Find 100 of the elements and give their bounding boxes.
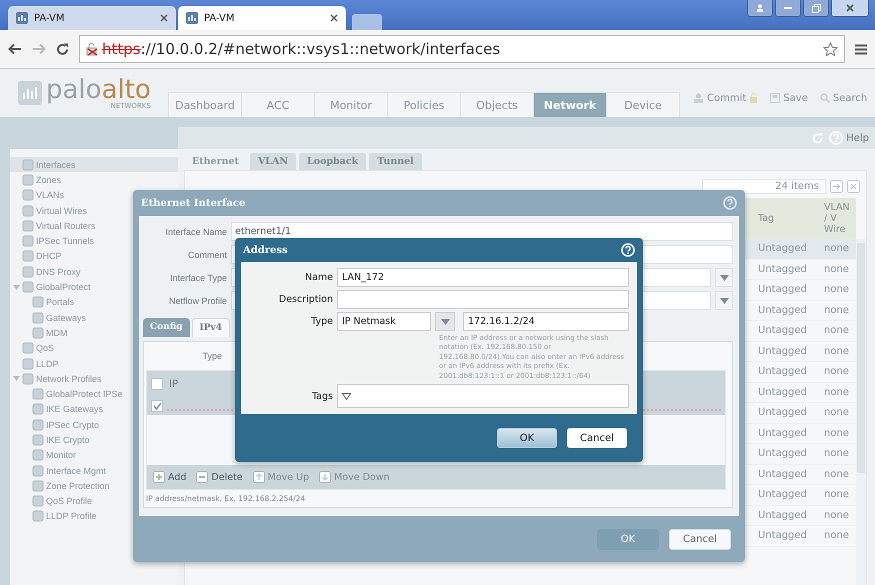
dropdown-field[interactable]: IP Netmask	[337, 312, 431, 331]
square-icon	[32, 449, 44, 462]
content-tab[interactable]: Tunnel	[369, 153, 422, 170]
item-count: 24 items	[702, 179, 826, 194]
square-icon	[32, 495, 44, 508]
forward-icon[interactable]	[32, 43, 46, 55]
square-icon	[22, 204, 34, 217]
caret-icon	[440, 318, 450, 324]
expanded-caret-icon[interactable]	[13, 284, 20, 291]
back-icon[interactable]	[8, 43, 22, 55]
toolbar-button[interactable]: Delete	[196, 471, 243, 483]
field-label: Comment	[186, 250, 227, 260]
nav-tab[interactable]: Network	[533, 92, 607, 117]
sidebar-item[interactable]: IKE Gateways	[10, 402, 178, 418]
toolbar-action[interactable]: Search	[820, 92, 868, 104]
sidebar-item[interactable]: Monitor	[10, 448, 178, 463]
toolbar-action[interactable]: Commit	[693, 92, 758, 104]
tab-title: PA-VM	[34, 12, 66, 24]
reload-icon[interactable]	[56, 42, 69, 56]
dialog-tab[interactable]: IPv4	[192, 318, 230, 337]
sidebar-item[interactable]: QoS	[10, 340, 178, 356]
minimize-icon	[784, 6, 792, 10]
square-icon	[22, 158, 34, 171]
table-cell: Untagged	[752, 260, 818, 280]
close-icon[interactable]	[160, 14, 168, 22]
nav-tab[interactable]: ACC	[241, 92, 315, 117]
nav-tab[interactable]: Device	[606, 92, 680, 117]
close-box-icon[interactable]	[847, 180, 860, 193]
dialog-title: Ethernet Interface	[141, 198, 246, 208]
dialog-button[interactable]: Cancel	[669, 528, 731, 550]
sidebar-item[interactable]: IKE Crypto	[10, 432, 178, 448]
dialog-title: Address	[243, 244, 288, 256]
field-label: Tags	[310, 390, 333, 402]
logo-icon	[18, 81, 42, 105]
caret-icon	[720, 274, 728, 280]
square-icon	[32, 403, 44, 416]
sidebar-item[interactable]: IPSec Crypto	[10, 417, 178, 432]
square-icon	[32, 326, 44, 339]
sidebar-item[interactable]: LLDP Profile	[10, 508, 178, 524]
checkbox[interactable]	[151, 400, 163, 412]
square-icon	[32, 480, 44, 492]
toolbar-action[interactable]: Save	[770, 92, 808, 104]
square-icon	[22, 174, 34, 186]
nav-tab[interactable]: Policies	[387, 92, 461, 117]
checkbox[interactable]	[151, 378, 163, 390]
check-icon	[152, 402, 162, 410]
nav-tab[interactable]: Monitor	[314, 92, 388, 117]
caret-icon	[342, 392, 351, 400]
square-icon	[32, 418, 44, 431]
scrollbar[interactable]	[856, 239, 866, 585]
table-cell: Untagged	[752, 382, 818, 403]
input-field[interactable]: LAN_172	[337, 268, 629, 287]
help-link[interactable]: Help	[829, 131, 869, 145]
square-icon	[32, 464, 44, 477]
column-header[interactable]: Tag	[752, 198, 818, 239]
content-tab[interactable]: Loopback	[299, 153, 366, 170]
column-header[interactable]: VLAN / V Wire	[818, 198, 856, 239]
browser-tab[interactable]: PA-VM	[8, 6, 176, 30]
input-field[interactable]: 172.16.1.2/24	[463, 312, 629, 331]
browser-tab[interactable]: PA-VM	[178, 6, 346, 30]
minus-icon	[196, 471, 208, 483]
favicon-icon	[186, 12, 198, 24]
table-cell: Untagged	[752, 506, 818, 526]
table-cell: Untagged	[752, 424, 818, 444]
field-label: Interface Type	[169, 272, 227, 282]
input-field[interactable]	[337, 290, 629, 309]
field-label: Interface Name	[164, 226, 227, 236]
dialog-button[interactable]: Cancel	[567, 428, 627, 448]
tags-field[interactable]	[337, 384, 629, 408]
person-icon	[693, 92, 704, 104]
sidebar-item[interactable]: DHCP	[10, 248, 178, 264]
dropdown-button[interactable]	[715, 268, 733, 287]
minimize-button[interactable]	[775, 0, 801, 17]
star-icon[interactable]	[823, 42, 838, 56]
table-cell: Untagged	[752, 342, 818, 362]
expanded-caret-icon[interactable]	[13, 375, 20, 382]
dropdown-button[interactable]	[435, 312, 455, 331]
square-icon	[32, 296, 44, 308]
profile-button[interactable]	[747, 0, 773, 17]
sidebar-item[interactable]: LLDP	[10, 356, 178, 372]
menu-icon[interactable]	[855, 44, 867, 54]
dialog-tab[interactable]: Config	[143, 318, 190, 337]
restore-button[interactable]	[803, 0, 829, 17]
arrow-box-icon[interactable]	[830, 180, 843, 193]
square-icon	[22, 342, 34, 354]
sidebar-item[interactable]: Interfaces	[10, 157, 178, 172]
nav-tab[interactable]: Dashboard	[168, 92, 242, 117]
dropdown-button[interactable]	[715, 291, 733, 310]
square-icon	[32, 388, 44, 400]
close-icon[interactable]	[330, 14, 338, 22]
address-bar[interactable]: https://10.0.0.2/#network::vsys1::network/interfaces	[79, 35, 845, 63]
person-icon	[756, 4, 764, 12]
nav-tab[interactable]: Objects	[460, 92, 534, 117]
favicon-icon	[16, 12, 28, 24]
square-icon	[22, 189, 34, 202]
toolbar-button[interactable]: Add	[153, 471, 186, 483]
dialog-button[interactable]: OK	[497, 428, 557, 448]
close-window-button[interactable]	[831, 0, 869, 17]
sidebar-item[interactable]: Zones	[10, 172, 178, 188]
content-tab[interactable]: VLAN	[250, 153, 296, 170]
